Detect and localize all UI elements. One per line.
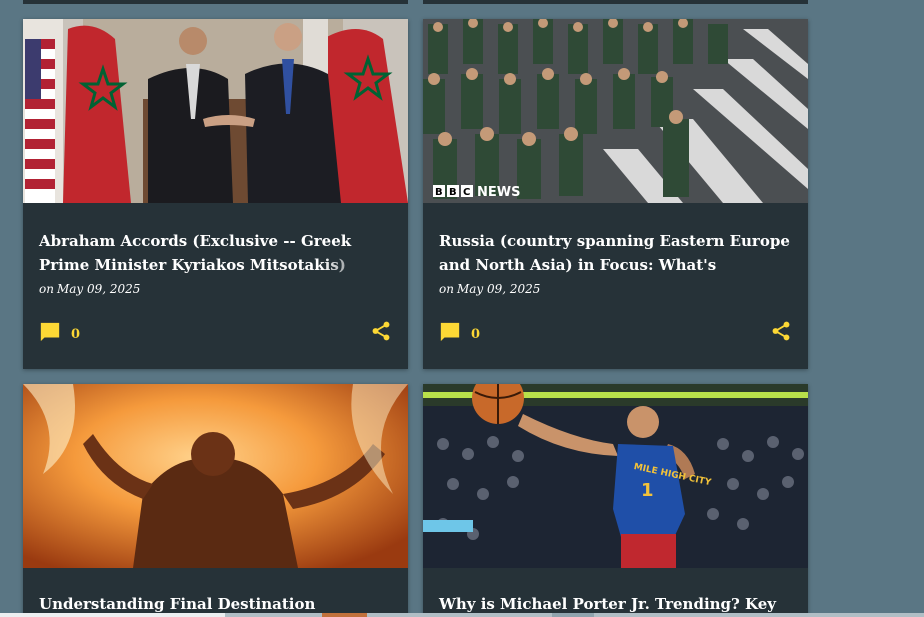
share-icon	[772, 321, 790, 341]
post-card[interactable]: MILE HIGH CITY 1 Why is Michael Porter J…	[423, 384, 808, 617]
jersey-number: 1	[641, 480, 654, 501]
comment-count: 0	[471, 326, 481, 342]
comment-icon	[40, 322, 60, 342]
date-prefix: on	[39, 282, 54, 296]
comment-count: 0	[71, 326, 81, 342]
previous-card-edge	[423, 0, 808, 4]
svg-text:C: C	[463, 187, 470, 198]
post-thumbnail[interactable]: MILE HIGH CITY 1	[423, 384, 808, 568]
svg-text:B: B	[435, 187, 443, 198]
post-date: on May 09, 2025	[439, 282, 540, 296]
title-fade	[722, 253, 792, 277]
svg-text:B: B	[449, 187, 457, 198]
post-thumbnail[interactable]	[23, 19, 408, 203]
post-card[interactable]: BBC NEWS Russia (country spanning Easter…	[423, 19, 808, 369]
comments-link[interactable]: 0	[39, 321, 80, 343]
military-parade-image: BBC NEWS	[423, 19, 808, 203]
fire-explosion-image	[23, 384, 408, 568]
share-button[interactable]	[770, 320, 792, 346]
page: Abraham Accords (Exclusive -- Greek Prim…	[0, 0, 924, 617]
post-card[interactable]: Understanding Final Destination	[23, 384, 408, 617]
date-prefix: on	[439, 282, 454, 296]
post-thumbnail[interactable]	[23, 384, 408, 568]
post-card[interactable]: Abraham Accords (Exclusive -- Greek Prim…	[23, 19, 408, 369]
comments-link[interactable]: 0	[439, 321, 480, 343]
post-thumbnail[interactable]: BBC NEWS	[423, 19, 808, 203]
share-button[interactable]	[370, 320, 392, 346]
basketball-player-image: MILE HIGH CITY 1	[423, 384, 808, 568]
comment-icon	[440, 322, 460, 342]
bottom-scroll-strip	[0, 613, 924, 617]
previous-card-edge	[23, 0, 408, 4]
share-icon	[372, 321, 390, 341]
svg-text:NEWS: NEWS	[477, 185, 520, 200]
post-date: on May 09, 2025	[39, 282, 140, 296]
diplomats-handshake-image	[23, 19, 408, 203]
date-value: May 09, 2025	[56, 282, 141, 296]
date-value: May 09, 2025	[456, 282, 541, 296]
title-fade	[322, 253, 392, 277]
